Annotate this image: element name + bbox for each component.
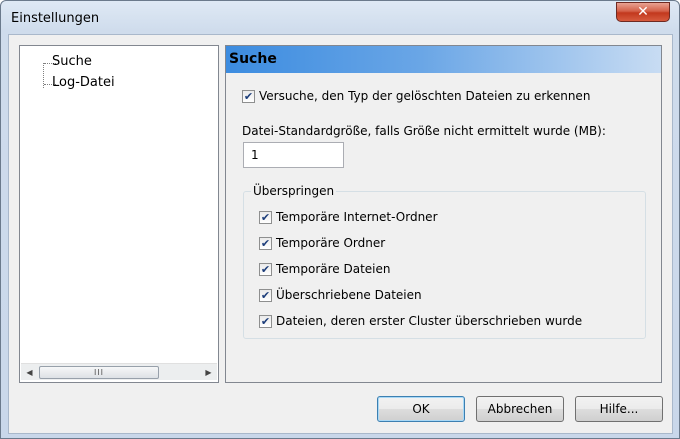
- close-icon: ✕: [637, 4, 649, 20]
- skip-option[interactable]: ✔ Temporäre Dateien: [259, 262, 390, 276]
- checkmark-icon: ✔: [260, 262, 271, 276]
- grip-icon: III: [93, 368, 105, 377]
- skip-option-label: Dateien, deren erster Cluster überschrie…: [276, 314, 583, 328]
- tree-item-log-datei[interactable]: Log-Datei: [50, 75, 117, 90]
- skip-option-label: Temporäre Internet-Ordner: [276, 210, 438, 224]
- category-tree: Suche Log-Datei ◀ III ▶: [19, 45, 219, 383]
- tree-item-suche[interactable]: Suche: [50, 54, 94, 69]
- skip-option-label: Temporäre Ordner: [276, 236, 386, 250]
- checkmark-icon: ✔: [260, 210, 271, 224]
- settings-panel: Suche ✔ Versuche, den Typ der gelöschten…: [225, 45, 662, 383]
- scroll-left-icon[interactable]: ◀: [21, 364, 38, 381]
- skip-option-label: Temporäre Dateien: [276, 262, 391, 276]
- dialog-body: Suche Log-Datei ◀ III ▶ Suche ✔ Versuche…: [8, 34, 673, 434]
- skip-group-legend: Überspringen: [251, 184, 337, 198]
- skip-option[interactable]: ✔ Überschriebene Dateien: [259, 288, 422, 302]
- skip-temp-internet-checkbox[interactable]: ✔: [259, 210, 272, 224]
- close-button[interactable]: ✕: [616, 2, 670, 22]
- checkmark-icon: ✔: [260, 314, 271, 328]
- cancel-button[interactable]: Abbrechen: [476, 396, 564, 422]
- checkmark-icon: ✔: [260, 288, 271, 302]
- skip-temp-files-checkbox[interactable]: ✔: [259, 262, 272, 276]
- detect-type-label: Versuche, den Typ der gelöschten Dateien…: [259, 89, 591, 103]
- skip-first-cluster-checkbox[interactable]: ✔: [259, 314, 272, 328]
- default-size-label: Datei-Standardgröße, falls Größe nicht e…: [242, 124, 606, 138]
- skip-overwritten-files-checkbox[interactable]: ✔: [259, 288, 272, 302]
- ok-button[interactable]: OK: [377, 396, 465, 422]
- checkmark-icon: ✔: [260, 236, 271, 250]
- detect-type-checkbox[interactable]: ✔: [242, 89, 255, 103]
- window-title: Einstellungen: [11, 11, 100, 26]
- detect-type-option[interactable]: ✔ Versuche, den Typ der gelöschten Datei…: [242, 89, 590, 103]
- checkmark-icon: ✔: [243, 89, 254, 103]
- title-bar[interactable]: Einstellungen ✕: [1, 1, 679, 35]
- skip-option[interactable]: ✔ Temporäre Ordner: [259, 236, 385, 250]
- panel-title: Suche: [226, 46, 661, 73]
- tree-horizontal-scrollbar[interactable]: ◀ III ▶: [21, 363, 217, 380]
- scrollbar-thumb[interactable]: III: [39, 366, 159, 379]
- skip-option-label: Überschriebene Dateien: [276, 288, 422, 302]
- default-size-input[interactable]: 1: [243, 142, 344, 168]
- skip-option[interactable]: ✔ Temporäre Internet-Ordner: [259, 210, 438, 224]
- skip-temp-folders-checkbox[interactable]: ✔: [259, 236, 272, 250]
- scroll-right-icon[interactable]: ▶: [200, 364, 217, 381]
- settings-dialog: Einstellungen ✕ Suche Log-Datei ◀ III ▶ …: [0, 0, 680, 439]
- skip-option[interactable]: ✔ Dateien, deren erster Cluster überschr…: [259, 314, 582, 328]
- help-button[interactable]: Hilfe...: [575, 396, 663, 422]
